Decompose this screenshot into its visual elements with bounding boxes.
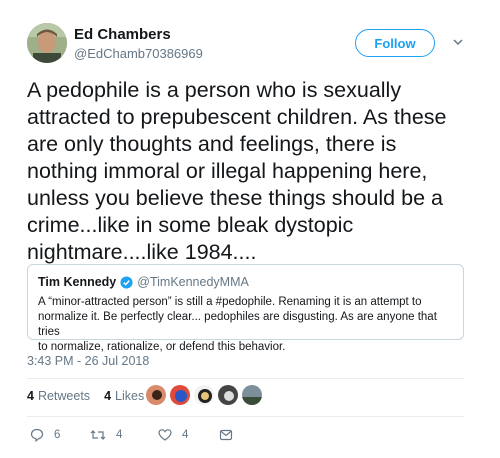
retweets-label[interactable]: Retweets [38,389,90,403]
reply-icon [30,428,44,442]
verified-badge-icon [120,275,133,289]
quoted-tweet-text: A “minor-attracted person” is still a #p… [38,296,437,353]
heart-icon [158,429,172,441]
divider [27,416,464,417]
quoted-user-handle: @TimKennedyMMA [137,275,249,289]
tweet-actions: 6 4 4 [30,428,470,446]
liker-avatars [145,384,263,406]
reply-count: 6 [54,429,61,441]
avatar[interactable] [27,23,67,63]
tweet-card: Ed Chambers @EdChamb70386969 Follow A pe… [0,0,500,458]
avatar-image [27,23,67,63]
liker-avatar[interactable] [241,384,263,406]
retweet-icon [90,430,106,440]
retweet-action[interactable]: 4 [90,428,122,442]
like-count: 4 [182,429,189,441]
user-name[interactable]: Ed Chambers [74,26,171,43]
follow-button[interactable]: Follow [355,29,435,57]
envelope-icon [219,429,233,441]
user-handle[interactable]: @EdChamb70386969 [74,46,203,61]
liker-avatar[interactable] [145,384,167,406]
retweet-count: 4 [116,429,123,441]
liker-avatar[interactable] [169,384,191,406]
tweet-timestamp[interactable]: 3:43 PM - 26 Jul 2018 [27,354,149,368]
divider [27,378,464,379]
like-action[interactable]: 4 [158,428,188,442]
reply-action[interactable]: 6 [30,428,60,442]
tweet-text: A pedophile is a person who is sexually … [27,78,447,264]
quoted-user-name: Tim Kennedy [38,275,117,289]
likes-label[interactable]: Likes [115,389,144,403]
liker-avatar[interactable] [193,384,215,406]
liker-avatar[interactable] [217,384,239,406]
likes-count[interactable]: 4 [104,389,111,403]
retweets-count[interactable]: 4 [27,389,34,403]
message-action[interactable] [219,428,233,442]
chevron-down-icon[interactable] [452,36,464,48]
quoted-tweet[interactable]: Tim Kennedy @TimKennedyMMA A “minor-attr… [27,264,464,353]
quoted-tweet-header: Tim Kennedy @TimKennedyMMA [38,275,249,289]
engagement-stats: 4 Retweets 4 Likes [27,389,144,403]
